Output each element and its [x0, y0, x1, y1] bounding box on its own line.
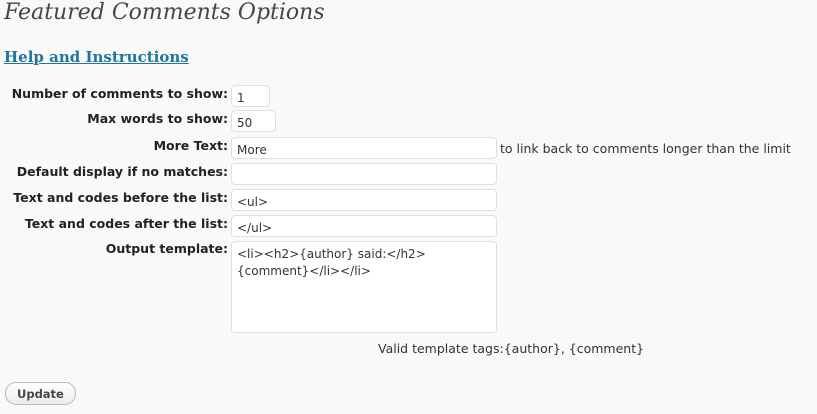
more-text-label: More Text:	[153, 138, 228, 153]
max-words-label: Max words to show:	[87, 111, 228, 126]
after-list-input[interactable]	[231, 215, 497, 237]
help-instructions-link[interactable]: Help and Instructions	[4, 48, 189, 66]
output-template-label: Output template:	[105, 241, 228, 256]
after-list-label: Text and codes after the list:	[24, 216, 228, 231]
before-list-label: Text and codes before the list:	[13, 190, 228, 205]
num-comments-label: Number of comments to show:	[11, 86, 228, 101]
max-words-input[interactable]	[231, 110, 276, 132]
default-display-input[interactable]	[231, 163, 497, 185]
template-tags-hint: Valid template tags:{author}, {comment}	[378, 341, 645, 356]
output-template-textarea[interactable]: <li><h2>{author} said:</h2> {comment}</l…	[231, 241, 497, 333]
num-comments-input[interactable]	[231, 85, 270, 107]
before-list-input[interactable]	[231, 189, 497, 211]
more-text-input[interactable]	[231, 137, 497, 159]
default-display-label: Default display if no matches:	[16, 164, 228, 179]
more-text-hint: to link back to comments longer than the…	[500, 141, 791, 156]
update-button[interactable]: Update	[5, 382, 76, 405]
page-title: Featured Comments Options	[4, 0, 325, 25]
